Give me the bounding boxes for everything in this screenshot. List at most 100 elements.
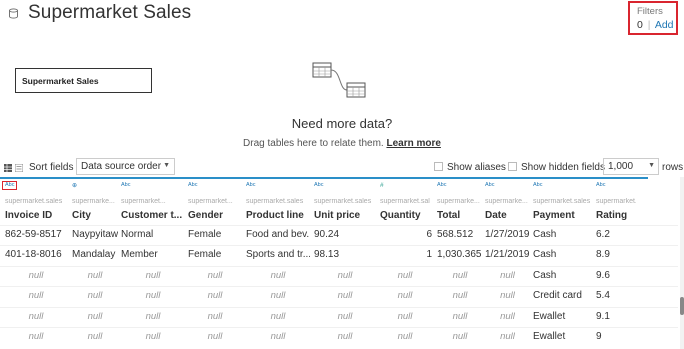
- table-cell: null: [28, 290, 44, 301]
- grid-toolbar: Sort fields Data source order ▼ Show ali…: [0, 158, 684, 178]
- table-cell: Naypyitaw: [72, 229, 118, 240]
- table-cell: null: [397, 311, 413, 322]
- page-title: Supermarket Sales: [28, 2, 192, 23]
- table-cell: null: [87, 331, 103, 342]
- string-type-icon[interactable]: Abc: [5, 182, 14, 188]
- sort-fields-dropdown[interactable]: Data source order ▼: [76, 158, 175, 175]
- table-row: [0, 245, 678, 246]
- string-type-icon[interactable]: Abc: [188, 182, 197, 188]
- grid-header-rule: [0, 177, 648, 179]
- table-cell: null: [207, 270, 223, 281]
- table-cell: null: [500, 290, 515, 301]
- table-cell: null: [337, 311, 353, 322]
- table-cell: null: [145, 270, 161, 281]
- table-cell: null: [87, 311, 103, 322]
- string-type-icon[interactable]: Abc: [596, 182, 605, 188]
- column-source: supermarke...: [485, 198, 528, 205]
- column-name: Quantity: [380, 210, 421, 221]
- rows-count-value: 1,000: [608, 161, 634, 172]
- drag-hint: Drag tables here to relate them. Learn m…: [0, 138, 684, 149]
- table-cell: null: [337, 270, 353, 281]
- table-cell: null: [452, 311, 468, 322]
- table-cell: 6.2: [596, 229, 610, 240]
- vertical-scrollbar[interactable]: [680, 177, 684, 349]
- column-name: Total: [437, 210, 461, 221]
- table-cell: Member: [121, 249, 158, 260]
- table-cell: null: [28, 270, 44, 281]
- table-cell: Food and bev...: [246, 229, 310, 240]
- number-type-icon[interactable]: #: [380, 182, 384, 189]
- string-type-icon[interactable]: Abc: [437, 182, 446, 188]
- relate-tables-icon: [312, 62, 366, 98]
- table-cell: Normal: [121, 229, 154, 240]
- table-cell: null: [337, 290, 353, 301]
- data-source-icon: [9, 7, 18, 19]
- column-source: supermarket...: [121, 198, 166, 205]
- table-cell: null: [207, 290, 223, 301]
- column-name: Unit price: [314, 210, 361, 221]
- show-aliases-checkbox[interactable]: [434, 162, 443, 171]
- add-filter-link[interactable]: Add: [655, 19, 674, 31]
- table-cell: 1/27/2019: [485, 229, 530, 240]
- table-cell: 1/21/2019: [485, 249, 530, 260]
- table-cell: 1: [426, 249, 432, 260]
- title-bar: Supermarket Sales: [8, 2, 191, 24]
- table-row: [0, 327, 678, 328]
- show-hidden-checkbox[interactable]: [508, 162, 517, 171]
- chevron-down-icon: ▼: [163, 162, 170, 169]
- table-cell: null: [452, 270, 468, 281]
- column-name: Customer t...: [121, 210, 183, 221]
- column-name: Date: [485, 210, 507, 221]
- column-source: supermarket.sales: [5, 198, 63, 205]
- table-cell: null: [500, 270, 515, 281]
- column-name: Rating: [596, 210, 628, 221]
- table-cell: null: [87, 270, 103, 281]
- table-cell: 5.4: [596, 290, 610, 301]
- table-cell: null: [207, 331, 223, 342]
- table-cell: Ewallet: [533, 331, 566, 342]
- grid-view-icon[interactable]: [4, 164, 12, 172]
- show-aliases-label: Show aliases: [447, 162, 506, 173]
- table-cell: 98.13: [314, 249, 340, 260]
- table-row: [0, 225, 678, 226]
- drag-hint-text: Drag tables here to relate them.: [243, 138, 384, 149]
- column-source: supermarket.sales: [380, 198, 430, 205]
- string-type-icon[interactable]: Abc: [485, 182, 494, 188]
- rows-count-dropdown[interactable]: 1,000 ▼: [603, 158, 659, 175]
- table-cell: 90.24: [314, 229, 340, 240]
- learn-more-link[interactable]: Learn more: [386, 138, 440, 149]
- logical-table-card[interactable]: Supermarket Sales: [15, 68, 152, 93]
- column-source: supermarket...: [188, 198, 233, 205]
- filters-label: Filters: [637, 6, 663, 17]
- table-cell: Sports and tr...: [246, 249, 310, 260]
- table-cell: null: [452, 290, 468, 301]
- table-cell: null: [270, 290, 286, 301]
- table-cell: null: [500, 331, 515, 342]
- filters-separator: |: [647, 19, 651, 31]
- table-cell: 862-59-8517: [5, 229, 62, 240]
- scrollbar-thumb[interactable]: [680, 297, 684, 315]
- string-type-icon[interactable]: Abc: [314, 182, 323, 188]
- table-cell: 9.6: [596, 270, 610, 281]
- column-source: supermarke...: [437, 198, 480, 205]
- table-cell: null: [397, 331, 413, 342]
- table-cell: Mandalay: [72, 249, 116, 260]
- table-cell: null: [452, 331, 468, 342]
- table-cell: 1,030.365: [437, 249, 482, 260]
- table-cell: 6: [426, 229, 432, 240]
- table-cell: null: [28, 331, 44, 342]
- column-name: Gender: [188, 210, 224, 221]
- table-row: [0, 307, 678, 308]
- filters-count: 0: [637, 19, 643, 31]
- column-source: supermarket.sales: [596, 198, 636, 205]
- string-type-icon[interactable]: Abc: [246, 182, 255, 188]
- table-cell: 568.512: [437, 229, 474, 240]
- sort-fields-value: Data source order: [81, 161, 162, 172]
- string-type-icon[interactable]: Abc: [121, 182, 130, 188]
- globe-icon[interactable]: ⊕: [72, 182, 77, 189]
- table-cell: null: [145, 311, 161, 322]
- list-view-icon[interactable]: [15, 164, 23, 172]
- column-name: Invoice ID: [5, 210, 53, 221]
- column-name: Payment: [533, 210, 575, 221]
- string-type-icon[interactable]: Abc: [533, 182, 542, 188]
